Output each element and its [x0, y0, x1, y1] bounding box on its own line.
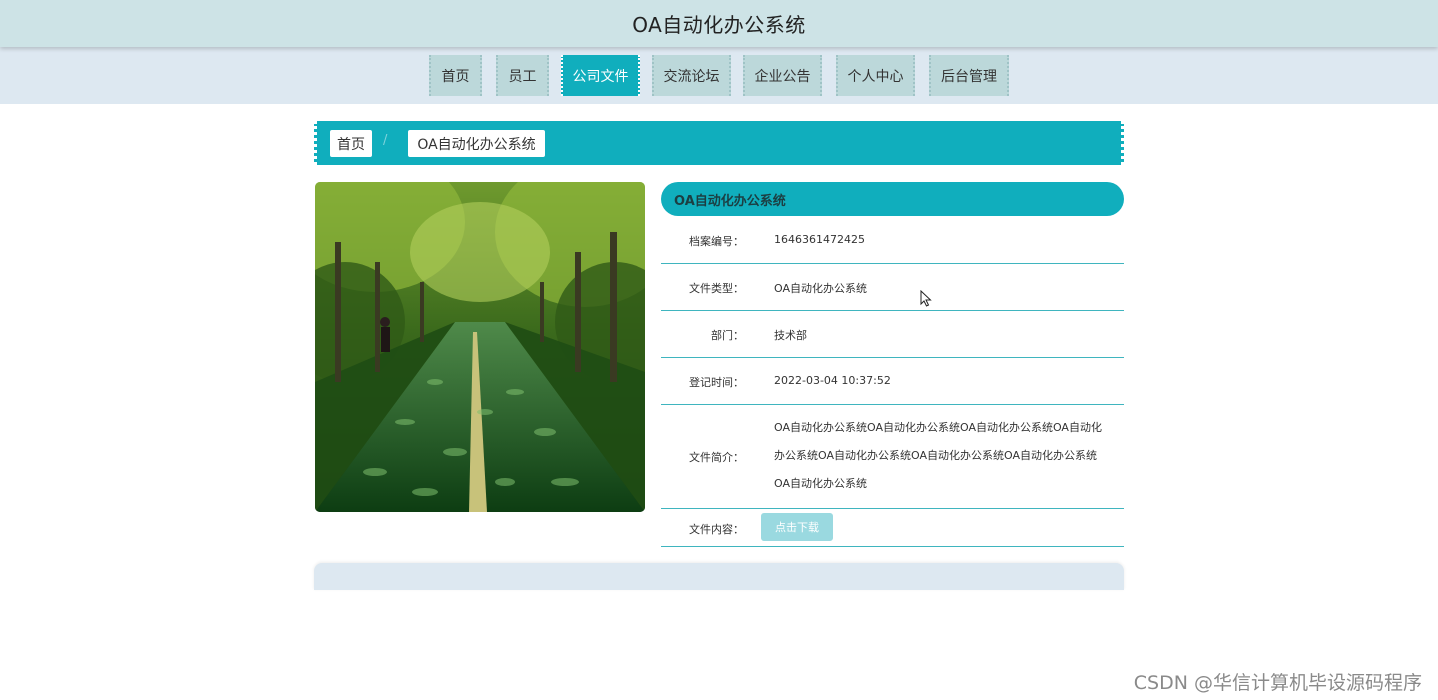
nav-item-home[interactable]: 首页: [429, 55, 482, 96]
field-value: 技术部: [774, 329, 807, 342]
field-value: 1646361472425: [774, 233, 865, 246]
top-header: OA自动化办公系统: [0, 0, 1438, 47]
breadcrumb-current: OA自动化办公系统: [408, 130, 545, 157]
field-value: OA自动化办公系统: [774, 282, 867, 295]
comments-section: [314, 563, 1124, 590]
field-label: 登记时间：: [689, 376, 744, 389]
field-row-archive-no: 档案编号： 1646361472425: [661, 216, 1124, 264]
field-row-file-type: 文件类型： OA自动化办公系统: [661, 264, 1124, 311]
nav-item-forum[interactable]: 交流论坛: [652, 55, 731, 96]
field-label: 部门：: [711, 329, 744, 342]
field-value-summary: OA自动化办公系统OA自动化办公系统OA自动化办公系统OA自动化办公系统OA自动…: [774, 421, 1102, 490]
main-nav: 首页 员工 公司文件 交流论坛 企业公告 个人中心 后台管理: [0, 47, 1438, 104]
watermark-text: CSDN @华信计算机毕设源码程序: [1133, 672, 1422, 694]
tree-lined-road-image: [315, 182, 645, 512]
nav-item-announcements[interactable]: 企业公告: [743, 55, 822, 96]
download-button[interactable]: 点击下载: [761, 513, 833, 541]
field-row-department: 部门： 技术部: [661, 311, 1124, 358]
file-cover-image: [315, 182, 645, 512]
site-title: OA自动化办公系统: [632, 13, 806, 37]
field-label: 文件内容：: [689, 523, 744, 536]
nav-item-employees[interactable]: 员工: [496, 55, 549, 96]
field-row-register-time: 登记时间： 2022-03-04 10:37:52: [661, 358, 1124, 405]
field-row-summary: 文件简介： OA自动化办公系统OA自动化办公系统OA自动化办公系统OA自动化办公…: [661, 405, 1124, 509]
field-label: 档案编号：: [689, 235, 744, 248]
field-label: 文件简介：: [689, 451, 744, 464]
detail-title: OA自动化办公系统: [674, 193, 786, 209]
mouse-pointer-icon: [920, 290, 932, 307]
breadcrumb-home[interactable]: 首页: [330, 130, 372, 157]
nav-item-admin[interactable]: 后台管理: [929, 55, 1009, 96]
field-value: 2022-03-04 10:37:52: [774, 374, 891, 387]
field-row-file-content: 文件内容： 点击下载: [661, 509, 1124, 547]
breadcrumb-separator: /: [383, 133, 388, 148]
nav-item-company-files[interactable]: 公司文件: [561, 55, 640, 96]
field-label: 文件类型：: [689, 282, 744, 295]
nav-item-personal-center[interactable]: 个人中心: [836, 55, 915, 96]
detail-title-bar: OA自动化办公系统: [661, 182, 1124, 216]
breadcrumb: 首页 / OA自动化办公系统: [314, 121, 1124, 165]
